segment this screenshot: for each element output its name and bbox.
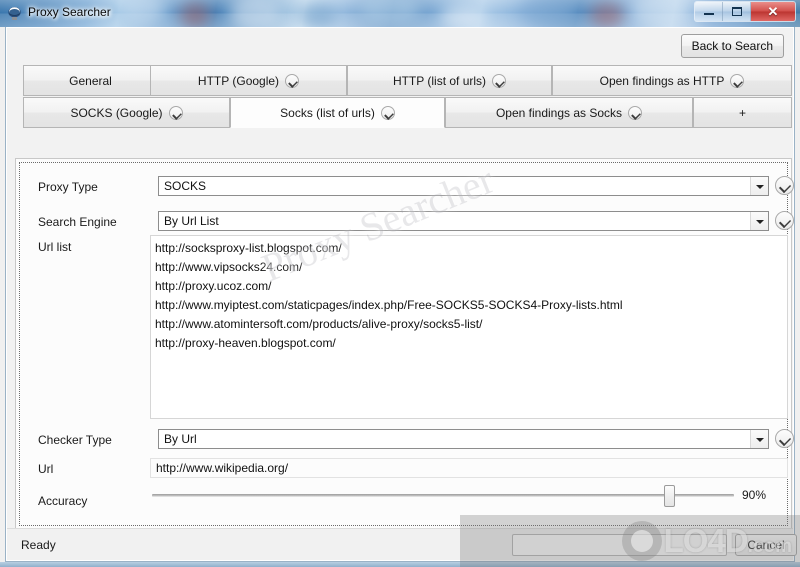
- checker-type-combobox[interactable]: By Url: [158, 429, 769, 449]
- tab-http-list-of-urls[interactable]: HTTP (list of urls): [347, 65, 552, 96]
- url-list-label: Url list: [38, 240, 72, 254]
- tab-socks-list-of-urls[interactable]: Socks (list of urls): [230, 97, 445, 128]
- checker-type-expand-button[interactable]: [775, 429, 794, 448]
- tab-label: Open findings as HTTP: [599, 73, 725, 88]
- chevron-down-icon[interactable]: [492, 73, 507, 88]
- tab-strip: General HTTP (Google) HTTP (list of urls) O…: [15, 65, 792, 160]
- chevron-down-icon[interactable]: [285, 73, 300, 88]
- chevron-down-icon[interactable]: [380, 105, 395, 120]
- app-globe-icon: [6, 5, 23, 22]
- chevron-down-icon: [750, 430, 768, 448]
- chevron-down-icon[interactable]: [730, 73, 745, 88]
- checker-type-value: By Url: [164, 432, 197, 446]
- chevron-down-icon: [750, 177, 768, 195]
- proxy-type-expand-button[interactable]: [775, 176, 794, 195]
- chevron-down-icon[interactable]: [168, 105, 183, 120]
- url-label: Url: [38, 462, 54, 476]
- status-text: Ready: [21, 538, 56, 552]
- accuracy-label: Accuracy: [38, 494, 88, 508]
- tab-open-findings-as-http[interactable]: Open findings as HTTP: [552, 65, 792, 96]
- tab-http-google[interactable]: HTTP (Google): [150, 65, 347, 96]
- tab-label: HTTP (Google): [197, 73, 280, 88]
- search-engine-value: By Url List: [164, 214, 219, 228]
- window-controls: ✕: [694, 1, 796, 22]
- accuracy-value: 90%: [742, 488, 767, 502]
- tab-row-1: General HTTP (Google) HTTP (list of urls) O…: [15, 65, 792, 96]
- client-area: Back to Search General HTTP (Google) HTTP …: [5, 27, 797, 562]
- url-list-item: http://proxy-heaven.blogspot.com/: [155, 336, 336, 350]
- proxy-type-value: SOCKS: [164, 179, 207, 193]
- cancel-button[interactable]: Cancel: [735, 534, 797, 556]
- checker-type-label: Checker Type: [38, 433, 112, 447]
- tab-label: HTTP (list of urls): [392, 73, 487, 88]
- tab-socks-google[interactable]: SOCKS (Google): [23, 97, 230, 128]
- tab-label: +: [738, 105, 746, 120]
- search-engine-label: Search Engine: [38, 215, 117, 229]
- url-list-item: http://www.myiptest.com/staticpages/inde…: [155, 298, 623, 312]
- tab-[interactable]: +: [693, 97, 792, 128]
- tab-label: SOCKS (Google): [70, 105, 163, 120]
- tab-label: Open findings as Socks: [495, 105, 623, 120]
- tab-open-findings-as-socks[interactable]: Open findings as Socks: [445, 97, 693, 128]
- toolbar: Back to Search: [7, 28, 793, 65]
- search-engine-combobox[interactable]: By Url List: [158, 211, 769, 231]
- proxy-type-label: Proxy Type: [38, 180, 98, 194]
- url-input[interactable]: http://www.wikipedia.org/: [150, 458, 788, 478]
- progress-bar: [512, 534, 727, 556]
- status-bar: Ready Cancel: [7, 528, 797, 560]
- url-list-item: http://proxy.ucoz.com/: [155, 279, 272, 293]
- title-bar: Proxy Searcher ✕: [0, 0, 800, 27]
- accuracy-slider[interactable]: 90%: [150, 483, 788, 509]
- url-list-item: http://www.vipsocks24.com/: [155, 260, 303, 274]
- window-title: Proxy Searcher: [28, 5, 111, 19]
- application-window: Proxy Searcher ✕ Back to Search General H…: [0, 0, 800, 567]
- chevron-down-icon[interactable]: [628, 105, 643, 120]
- close-icon: ✕: [767, 4, 779, 19]
- back-to-search-button[interactable]: Back to Search: [680, 34, 784, 58]
- search-engine-expand-button[interactable]: [775, 211, 794, 230]
- chevron-down-icon: [750, 212, 768, 230]
- tab-label: Socks (list of urls): [280, 105, 375, 120]
- url-list-item: http://www.atomintersoft.com/products/al…: [155, 317, 483, 331]
- client-inner: Back to Search General HTTP (Google) HTTP …: [6, 27, 797, 561]
- minimize-icon: [704, 13, 714, 15]
- minimize-button[interactable]: [695, 2, 723, 21]
- slider-track: [152, 494, 734, 497]
- aero-glass-backdrop: [0, 0, 800, 27]
- maximize-icon: [732, 7, 742, 16]
- tab-content-panel: Proxy Type SOCKS Search Engine By Url Li…: [15, 158, 794, 530]
- proxy-type-combobox[interactable]: SOCKS: [158, 176, 769, 196]
- maximize-button[interactable]: [723, 2, 751, 21]
- url-list-textarea[interactable]: http://socksproxy-list.blogspot.com/http…: [150, 235, 788, 419]
- slider-thumb[interactable]: [664, 485, 675, 507]
- close-button[interactable]: ✕: [751, 2, 795, 21]
- url-list-item: http://socksproxy-list.blogspot.com/: [155, 241, 342, 255]
- tab-row-2: SOCKS (Google) Socks (list of urls) Open f…: [15, 97, 792, 128]
- tab-general[interactable]: General: [23, 65, 158, 96]
- tab-label: General: [69, 73, 112, 88]
- window-bottom-edge: [0, 562, 800, 567]
